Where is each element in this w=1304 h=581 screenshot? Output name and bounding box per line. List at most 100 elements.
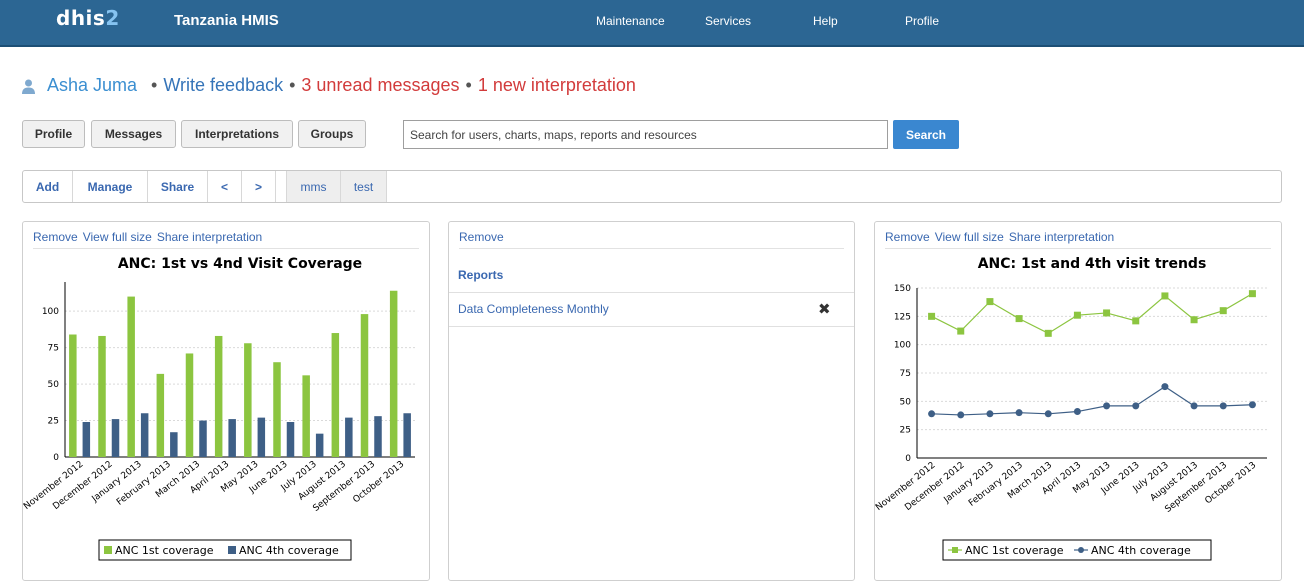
point-anc-4th-coverage — [957, 411, 965, 419]
y-tick-label: 100 — [42, 307, 59, 317]
point-anc-4th-coverage — [928, 410, 936, 418]
point-anc-4th-coverage — [1248, 401, 1256, 409]
point-anc-4th-coverage — [1190, 402, 1198, 410]
search-input[interactable] — [403, 120, 888, 149]
remove-link[interactable]: Remove — [885, 230, 930, 244]
bar-anc-1st-coverage — [389, 290, 398, 457]
series-line-anc-1st-coverage — [931, 293, 1253, 335]
legend-label: ANC 4th coverage — [1091, 544, 1191, 557]
panel-divider — [885, 248, 1271, 249]
y-tick-label: 50 — [48, 380, 60, 390]
point-anc-1st-coverage — [1161, 292, 1169, 300]
point-anc-4th-coverage — [1161, 383, 1169, 391]
y-tick-label: 0 — [905, 454, 911, 464]
separator-dot: • — [465, 75, 472, 95]
x-tick-label: October 2013 — [1203, 460, 1258, 506]
menu-maintenance[interactable]: Maintenance — [596, 14, 665, 28]
chart-title: ANC: 1st vs 4nd Visit Coverage — [118, 256, 362, 272]
chart-panel-right: Remove View full size Share interpretation… — [874, 221, 1282, 581]
bar-anc-4th-coverage — [228, 419, 236, 457]
point-anc-4th-coverage — [1219, 402, 1227, 410]
share-button[interactable]: Share — [148, 171, 208, 202]
panel-links: Remove View full size Share interpretation — [885, 230, 1119, 244]
remove-link[interactable]: Remove — [459, 230, 504, 244]
bar-chart: ANC: 1st vs 4nd Visit Coverage 0 25 50 75 100… — [23, 256, 415, 561]
point-anc-1st-coverage — [1132, 317, 1140, 325]
point-anc-1st-coverage — [1103, 309, 1111, 317]
reports-divider — [449, 292, 854, 293]
user-icon — [22, 78, 35, 99]
logo-text: dhis — [56, 6, 106, 30]
messages-button[interactable]: Messages — [91, 120, 176, 148]
bar-anc-1st-coverage — [156, 373, 165, 457]
point-anc-1st-coverage — [928, 312, 936, 320]
bar-anc-4th-coverage — [170, 432, 178, 457]
bar-anc-1st-coverage — [273, 362, 281, 457]
line-chart: ANC: 1st and 4th visit trends 0 25 50 75 100 1… — [875, 256, 1267, 561]
reports-divider — [449, 326, 854, 327]
bar-anc-1st-coverage — [185, 353, 194, 457]
user-name-link[interactable]: Asha Juma — [47, 75, 137, 95]
bar-anc-4th-coverage — [374, 416, 382, 457]
top-menu-bar: dhis2 Tanzania HMIS Maintenance Services… — [0, 0, 1304, 47]
add-button[interactable]: Add — [23, 171, 73, 202]
app-title[interactable]: Tanzania HMIS — [174, 12, 279, 29]
search-button[interactable]: Search — [893, 120, 959, 149]
legend-label: ANC 1st coverage — [115, 544, 214, 557]
menu-services[interactable]: Services — [705, 14, 751, 28]
panel-links: Remove View full size Share interpretation — [33, 230, 267, 244]
share-interpretation-link[interactable]: Share interpretation — [1009, 230, 1114, 244]
prev-button[interactable]: < — [208, 171, 242, 202]
bar-anc-1st-coverage — [214, 335, 223, 457]
view-full-size-link[interactable]: View full size — [83, 230, 152, 244]
groups-button[interactable]: Groups — [298, 120, 366, 148]
menu-help[interactable]: Help — [813, 14, 838, 28]
write-feedback-link[interactable]: Write feedback — [163, 75, 283, 95]
x-tick-label: October 2013 — [351, 459, 406, 505]
bar-anc-4th-coverage — [345, 417, 353, 457]
legend-swatch — [228, 546, 236, 554]
manage-button[interactable]: Manage — [73, 171, 148, 202]
next-button[interactable]: > — [242, 171, 276, 202]
point-anc-1st-coverage — [1015, 315, 1023, 323]
bar-anc-4th-coverage — [140, 413, 149, 457]
y-tick-label: 25 — [900, 426, 911, 436]
point-anc-4th-coverage — [1132, 402, 1140, 410]
bar-anc-1st-coverage — [244, 343, 252, 457]
point-anc-4th-coverage — [1103, 402, 1111, 410]
dhis2-logo[interactable]: dhis2 — [56, 6, 120, 30]
profile-button[interactable]: Profile — [22, 120, 85, 148]
y-tick-label: 50 — [900, 397, 912, 407]
point-anc-1st-coverage — [1248, 290, 1256, 298]
bar-anc-4th-coverage — [82, 422, 91, 457]
share-interpretation-link[interactable]: Share interpretation — [157, 230, 262, 244]
point-anc-1st-coverage — [1219, 307, 1227, 315]
bar-anc-4th-coverage — [286, 422, 295, 457]
y-tick-label: 125 — [894, 312, 911, 322]
unread-messages-link[interactable]: 3 unread messages — [301, 75, 459, 95]
bar-anc-4th-coverage — [111, 419, 120, 457]
menu-profile[interactable]: Profile — [905, 14, 939, 28]
logo-accent: 2 — [105, 6, 120, 30]
point-anc-4th-coverage — [1044, 410, 1052, 418]
bar-anc-1st-coverage — [360, 314, 369, 457]
chart-title: ANC: 1st and 4th visit trends — [978, 256, 1207, 272]
remove-link[interactable]: Remove — [33, 230, 78, 244]
close-icon[interactable]: ✖ — [818, 300, 831, 318]
legend-label: ANC 1st coverage — [965, 544, 1064, 557]
y-tick-label: 100 — [894, 341, 911, 351]
bar-anc-1st-coverage — [302, 375, 310, 457]
legend-marker — [952, 547, 958, 553]
report-link[interactable]: Data Completeness Monthly — [458, 302, 609, 316]
dashboard-tab-mms[interactable]: mms — [286, 171, 341, 202]
dashboard-tab-test[interactable]: test — [341, 171, 387, 202]
point-anc-4th-coverage — [986, 410, 994, 418]
separator-dot: • — [151, 75, 158, 95]
new-interpretation-link[interactable]: 1 new interpretation — [478, 75, 636, 95]
y-tick-label: 75 — [48, 344, 59, 354]
interpretations-button[interactable]: Interpretations — [181, 120, 293, 148]
bar-anc-1st-coverage — [98, 335, 106, 457]
point-anc-1st-coverage — [1190, 316, 1198, 324]
view-full-size-link[interactable]: View full size — [935, 230, 1004, 244]
reports-panel: Remove Reports Data Completeness Monthly… — [448, 221, 855, 581]
